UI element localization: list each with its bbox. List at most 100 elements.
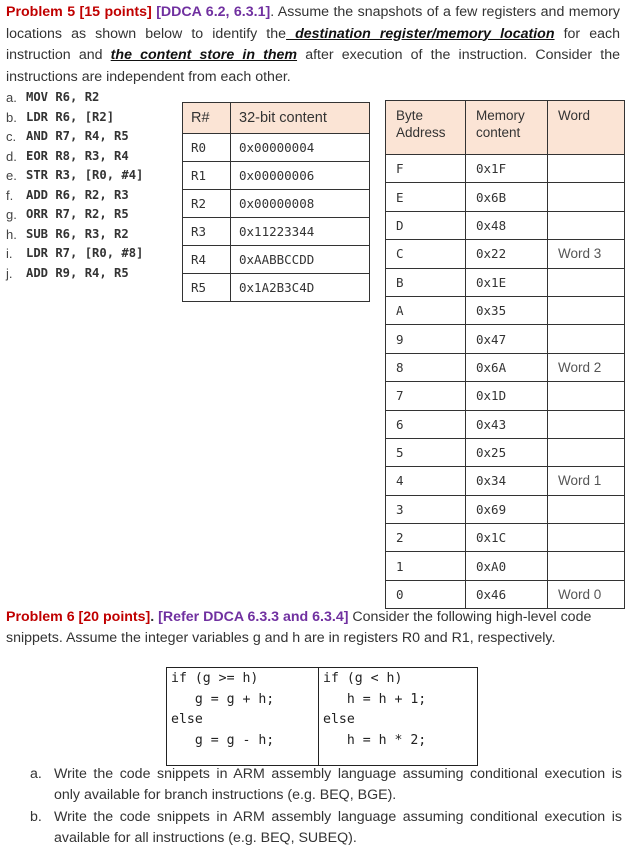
memory-word-label xyxy=(547,153,625,184)
memory-value: 0x22 xyxy=(465,239,548,269)
instruction-text: MOV R6, R2 xyxy=(26,90,100,104)
register-name: R1 xyxy=(182,161,231,190)
memory-word-label xyxy=(547,523,625,553)
instruction-text: STR R3, [R0, #4] xyxy=(26,168,144,182)
memory-row: A 0x35 xyxy=(385,295,625,326)
memory-value: 0x48 xyxy=(465,210,548,241)
memory-address: D xyxy=(385,210,466,241)
memory-value: 0x1F xyxy=(465,153,548,184)
memory-address: 8 xyxy=(385,352,466,383)
memory-row: E 0x6B xyxy=(385,182,625,212)
instruction-list: a. MOV R6, R2 b. LDR R6, [R2] c. AND R7, R4… xyxy=(6,88,176,283)
memory-value: 0x34 xyxy=(465,466,548,496)
memory-word-label: Word 3 xyxy=(547,239,625,269)
memory-address: 7 xyxy=(385,381,466,411)
memory-table: Byte Address Memory content Word F 0x1F E 0… xyxy=(385,100,625,610)
memory-table-header: Byte Address Memory content Word xyxy=(385,100,625,155)
memory-address: 3 xyxy=(385,494,466,525)
register-table: R# 32-bit content R0 0x00000004 R1 0x00000… xyxy=(182,102,370,302)
instruction-text: ORR R7, R2, R5 xyxy=(26,207,129,221)
instruction-letter: h. xyxy=(6,226,17,242)
memory-value: 0x47 xyxy=(465,324,548,354)
problem5-reference: [DDCA 6.2, 6.3.1] xyxy=(156,4,271,20)
task-text: Write the code snippets in ARM assembly … xyxy=(54,809,622,846)
instruction-item: d. EOR R8, R3, R4 xyxy=(6,147,176,167)
memory-row: 9 0x47 xyxy=(385,324,625,354)
instruction-letter: f. xyxy=(6,187,14,203)
register-row: R2 0x00000008 xyxy=(182,189,370,218)
problem5-title: Problem 5 [15 points] xyxy=(6,4,152,20)
register-value: 0x11223344 xyxy=(230,217,370,246)
register-name: R3 xyxy=(182,217,231,246)
memory-address: 0 xyxy=(385,579,466,610)
memory-word-label xyxy=(547,324,625,354)
memory-address: B xyxy=(385,267,466,297)
register-name: R2 xyxy=(182,189,231,218)
instruction-item: h. SUB R6, R3, R2 xyxy=(6,225,176,245)
memory-value: 0x6B xyxy=(465,182,548,212)
problem6-reference: [Refer DDCA 6.3.3 and 6.3.4] xyxy=(158,609,349,625)
memory-value: 0xA0 xyxy=(465,551,548,581)
memory-word-label xyxy=(547,267,625,297)
memory-row: 0 0x46 Word 0 xyxy=(385,579,625,610)
instruction-item: g. ORR R7, R2, R5 xyxy=(6,205,176,225)
instruction-text: ADD R9, R4, R5 xyxy=(26,265,129,280)
code-snippets-row: if (g >= h) g = g + h; else g = g - h; i… xyxy=(166,667,478,766)
memory-word-label xyxy=(547,437,625,468)
memory-address: 1 xyxy=(385,551,466,581)
instruction-letter: b. xyxy=(6,109,17,125)
instruction-letter: i. xyxy=(6,246,13,261)
instruction-item: b. LDR R6, [R2] xyxy=(6,108,176,128)
problem5-intro: Problem 5 [15 points] [DDCA 6.2, 6.3.1].… xyxy=(6,2,620,88)
register-value: 0x00000008 xyxy=(230,189,370,218)
instruction-item: e. STR R3, [R0, #4] xyxy=(6,166,176,186)
memory-word-label xyxy=(547,381,625,411)
register-name: R4 xyxy=(182,245,231,274)
task-letter: a. xyxy=(30,766,42,782)
memory-word-label xyxy=(547,182,625,212)
memory-row: 6 0x43 xyxy=(385,409,625,439)
register-name: R0 xyxy=(182,133,231,162)
register-row: R0 0x00000004 xyxy=(182,133,370,162)
memory-row: B 0x1E xyxy=(385,267,625,297)
problem5-emphasis-destination: destination register/memory location xyxy=(286,25,555,42)
register-value: 0x1A2B3C4D xyxy=(230,273,370,302)
memory-row: 4 0x34 Word 1 xyxy=(385,466,625,496)
task-item: a. Write the code snippets in ARM assemb… xyxy=(30,764,622,806)
memory-address: E xyxy=(385,182,466,212)
instruction-text: SUB R6, R3, R2 xyxy=(26,226,129,241)
problem6-tasks: a. Write the code snippets in ARM assemb… xyxy=(30,764,622,850)
register-name: R5 xyxy=(182,273,231,302)
memory-value: 0x43 xyxy=(465,409,548,439)
instruction-text: ADD R6, R2, R3 xyxy=(26,187,129,202)
memory-word-label xyxy=(547,409,625,439)
register-value: 0xAABBCCDD xyxy=(230,245,370,274)
instruction-letter: c. xyxy=(6,129,17,144)
problem5-emphasis-content: the content store in them xyxy=(110,47,298,63)
memory-word-label: Word 1 xyxy=(547,466,625,496)
memory-row: 2 0x1C xyxy=(385,523,625,553)
instruction-text: AND R7, R4, R5 xyxy=(26,129,129,143)
memory-address: C xyxy=(385,239,466,269)
memory-address: A xyxy=(385,295,466,326)
header-content: 32-bit content xyxy=(230,102,370,134)
memory-value: 0x1D xyxy=(465,381,548,411)
instruction-text: LDR R7, [R0, #8] xyxy=(26,246,144,260)
instruction-letter: a. xyxy=(6,90,17,105)
instruction-text: EOR R8, R3, R4 xyxy=(26,148,129,163)
instruction-item: i. LDR R7, [R0, #8] xyxy=(6,244,176,264)
instruction-item: a. MOV R6, R2 xyxy=(6,88,176,108)
code-snippets-table: if (g >= h) g = g + h; else g = g - h; i… xyxy=(166,667,478,766)
instruction-letter: g. xyxy=(6,207,17,222)
register-table-header: R# 32-bit content xyxy=(182,102,370,134)
memory-address: 9 xyxy=(385,324,466,354)
problem6-intro: Problem 6 [20 points]. [Refer DDCA 6.3.3… xyxy=(6,607,626,649)
header-memory-content: Memory content xyxy=(465,100,548,155)
memory-word-label xyxy=(547,295,625,326)
memory-row: D 0x48 xyxy=(385,210,625,241)
memory-row: F 0x1F xyxy=(385,153,625,184)
memory-word-label xyxy=(547,210,625,241)
memory-word-label: Word 0 xyxy=(547,579,625,610)
register-value: 0x00000004 xyxy=(230,133,370,162)
memory-value: 0x6A xyxy=(465,352,548,383)
